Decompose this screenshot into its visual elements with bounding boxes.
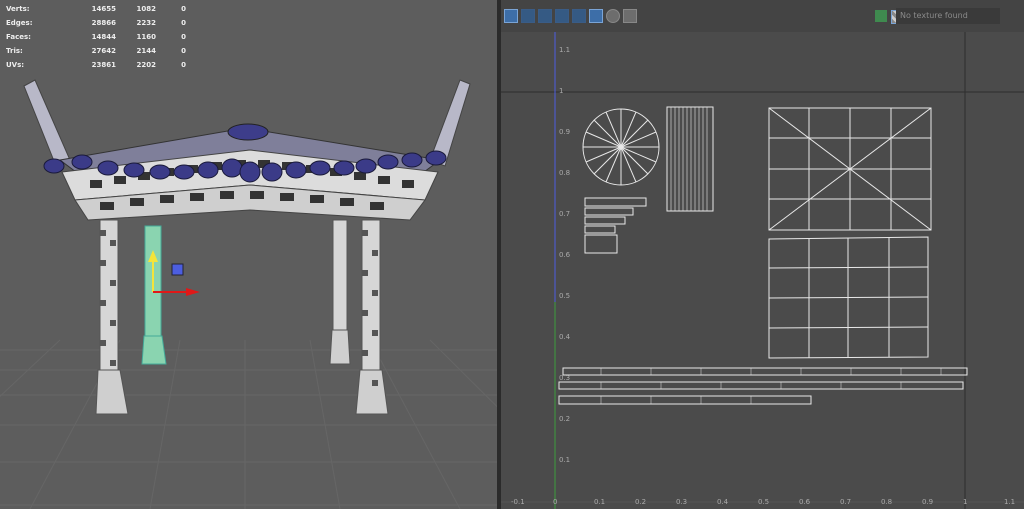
image-icon[interactable] — [875, 10, 887, 22]
svg-text:0.4: 0.4 — [559, 333, 571, 341]
svg-text:1: 1 — [963, 498, 967, 506]
uv-shell-circle-spokes — [583, 109, 659, 185]
uv-shell-beam-1 — [562, 367, 968, 376]
uv-shell-small-strip-4 — [584, 225, 616, 234]
svg-text:0.6: 0.6 — [559, 251, 571, 259]
uv-editor-panel[interactable]: ▼ No texture found 1.1 1 0.9 0.8 0.7 0.6… — [501, 0, 1024, 509]
uv-toolbar-shell-icon[interactable] — [521, 9, 535, 23]
svg-text:1.1: 1.1 — [559, 46, 570, 54]
svg-text:0.5: 0.5 — [758, 498, 769, 506]
poly-count-hud: Verts: 14655 1082 0 Edges: 28866 2232 0 … — [6, 2, 186, 72]
uv-shell-small-block — [584, 234, 618, 254]
uv-shell-column-lines — [670, 107, 708, 211]
uv-shell-small-strip-1 — [584, 197, 647, 207]
uv-shell-column-strip — [666, 106, 714, 212]
svg-text:0.9: 0.9 — [922, 498, 933, 506]
hud-row-edges: Edges: 28866 2232 0 — [6, 19, 186, 27]
svg-text:0.3: 0.3 — [676, 498, 687, 506]
uv-shell-beam-segments — [600, 368, 942, 404]
svg-text:0.1: 0.1 — [559, 456, 570, 464]
svg-text:0: 0 — [553, 498, 557, 506]
uv-shell-small-strip-3 — [584, 216, 626, 225]
uv-toolbar-target-icon[interactable] — [606, 9, 620, 23]
columns[interactable] — [95, 219, 389, 415]
hud-row-uvs: UVs: 23861 2202 0 — [6, 61, 186, 69]
svg-text:0.8: 0.8 — [559, 169, 570, 177]
svg-text:1: 1 — [559, 87, 563, 95]
uv-shell-beam-3 — [558, 395, 812, 405]
svg-text:0.6: 0.6 — [799, 498, 811, 506]
uv-toolbar-frame-icon[interactable] — [572, 9, 586, 23]
ground-grid — [0, 339, 497, 509]
uv-gridlines — [501, 32, 1024, 509]
hud-row-faces: Faces: 14844 1160 0 — [6, 33, 186, 41]
uv-shell-small-strip-2 — [584, 207, 634, 216]
uv-toolbar-toggle-icon[interactable] — [589, 9, 603, 23]
svg-text:0.2: 0.2 — [559, 415, 570, 423]
svg-text:1.1: 1.1 — [1004, 498, 1015, 506]
svg-text:0.8: 0.8 — [881, 498, 892, 506]
y-tick-labels: 1.1 1 0.9 0.8 0.7 0.6 0.5 0.4 0.3 0.2 0.… — [559, 46, 571, 464]
uv-grid-canvas[interactable]: 1.1 1 0.9 0.8 0.7 0.6 0.5 0.4 0.3 0.2 0.… — [501, 32, 1024, 509]
svg-text:0.1: 0.1 — [594, 498, 605, 506]
uv-toolbar-stair-icon[interactable] — [538, 9, 552, 23]
svg-text:0.4: 0.4 — [717, 498, 729, 506]
uv-shells[interactable] — [558, 106, 968, 405]
svg-text:0.9: 0.9 — [559, 128, 570, 136]
texture-selector[interactable]: No texture found — [896, 8, 1000, 24]
svg-text:0.5: 0.5 — [559, 292, 570, 300]
uv-toolbar-camera-icon[interactable] — [623, 9, 637, 23]
uv-toolbar-grid-icon[interactable] — [555, 9, 569, 23]
3d-viewport[interactable]: Verts: 14655 1082 0 Edges: 28866 2232 0 … — [0, 0, 497, 509]
hud-row-tris: Tris: 27642 2144 0 — [6, 47, 186, 55]
hud-row-verts: Verts: 14655 1082 0 — [6, 5, 186, 13]
roof[interactable] — [23, 79, 471, 221]
svg-text:0.7: 0.7 — [840, 498, 851, 506]
svg-text:-0.1: -0.1 — [511, 498, 525, 506]
svg-text:0.7: 0.7 — [559, 210, 570, 218]
viewport-scene[interactable] — [0, 0, 497, 509]
uv-shell-beam-2 — [558, 381, 964, 390]
svg-text:0.2: 0.2 — [635, 498, 646, 506]
uv-toolbar-select-icon[interactable] — [504, 9, 518, 23]
